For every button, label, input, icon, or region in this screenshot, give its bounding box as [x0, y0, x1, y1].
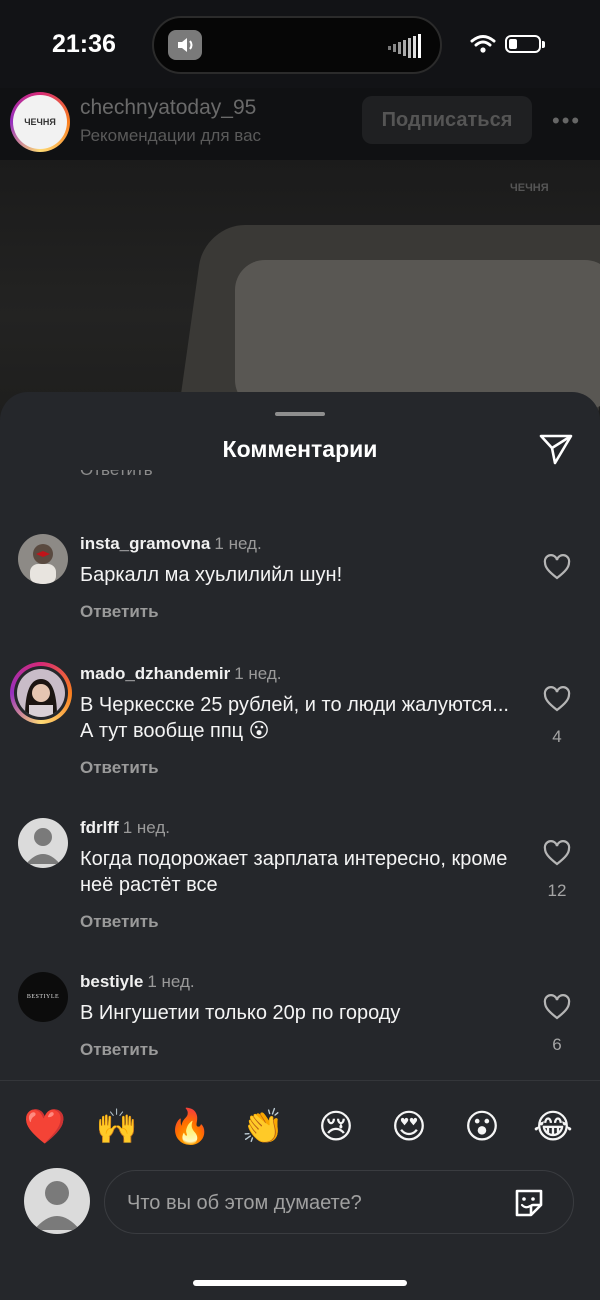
comment-text: Когда подорожает зарплата интересно, кро… — [80, 848, 508, 896]
wifi-icon — [470, 34, 496, 59]
sheet-title: Комментарии — [222, 436, 378, 462]
sheet-grabber[interactable] — [275, 412, 325, 416]
post-media[interactable]: ЧЕЧНЯ — [0, 160, 600, 420]
reaction-fire[interactable]: 🔥 — [165, 1102, 215, 1152]
reply-link[interactable]: Ответить — [80, 602, 510, 622]
comment-time: 1 нед. — [147, 972, 195, 991]
reply-link[interactable]: Ответить — [80, 470, 153, 482]
reaction-clap[interactable]: 👏 — [238, 1102, 288, 1152]
comments-sheet: Комментарии Ответить insta_gramovna1 нед… — [0, 392, 600, 1300]
comment-time: 1 нед. — [214, 534, 262, 553]
commenter-username[interactable]: bestiyle — [80, 972, 143, 991]
post-header: ЧЕЧНЯ chechnyatoday_95 Рекомендации для … — [0, 88, 600, 160]
commenter-avatar[interactable]: BESTIYLE — [18, 972, 68, 1022]
reply-link[interactable]: Ответить — [80, 758, 510, 778]
like-count: 6 — [552, 1035, 562, 1054]
reaction-heart-eyes[interactable]: 😍 — [384, 1102, 434, 1152]
media-watermark: ЧЕЧНЯ — [510, 182, 549, 194]
sticker-icon[interactable] — [511, 1185, 547, 1226]
dynamic-island — [152, 16, 442, 74]
commenter-avatar[interactable] — [18, 534, 68, 584]
like-button[interactable]: 12 — [540, 840, 574, 901]
follow-button[interactable]: Подписаться — [362, 96, 532, 144]
comment-text: Баркалл ма хуьлилийл шун! — [80, 564, 343, 586]
avatar-logo-text: BESTIYLE — [26, 994, 60, 1000]
comment-header: bestiyle 1 нед. — [80, 972, 510, 992]
heart-icon — [543, 994, 571, 1020]
comment-header: mado_dzhandemir 1 нед. — [80, 664, 510, 684]
heart-icon — [543, 554, 571, 580]
commenter-username[interactable]: fdrlff — [80, 818, 119, 837]
speaker-icon — [168, 30, 202, 60]
status-bar: 21:36 — [0, 0, 600, 90]
more-options-icon[interactable]: ••• — [552, 108, 581, 134]
like-count: 12 — [547, 881, 567, 900]
comment-input-container — [104, 1170, 574, 1234]
share-send-icon[interactable] — [538, 430, 574, 471]
like-count: 4 — [552, 727, 562, 746]
reply-link[interactable]: Ответить — [80, 1040, 510, 1060]
comment-input[interactable] — [125, 1185, 489, 1221]
like-button[interactable]: 4 — [540, 686, 574, 747]
reaction-heart[interactable]: ❤️ — [20, 1102, 70, 1152]
commenter-avatar[interactable] — [10, 662, 72, 724]
like-button[interactable]: 6 — [540, 994, 574, 1055]
status-time: 21:36 — [52, 30, 116, 58]
heart-icon — [543, 840, 571, 866]
default-avatar-icon — [24, 1168, 90, 1234]
signal-icon — [388, 32, 424, 63]
comment-text: В Ингушетии только 20р по городу — [80, 1002, 401, 1024]
home-indicator[interactable] — [193, 1280, 407, 1286]
recommendation-label: Рекомендации для вас — [80, 126, 262, 145]
account-logo: ЧЕЧНЯ — [24, 117, 56, 127]
reaction-crying[interactable]: 😢 — [311, 1102, 361, 1152]
reaction-surprised[interactable]: 😮 — [457, 1102, 507, 1152]
media-shape — [235, 260, 600, 410]
commenter-username[interactable]: insta_gramovna — [80, 534, 210, 553]
commenter-username[interactable]: mado_dzhandemir — [80, 664, 230, 683]
reaction-laughing[interactable]: 😂 — [528, 1102, 578, 1152]
comment-time: 1 нед. — [234, 664, 282, 683]
comment-text: В Черкесске 25 рублей, и то люди жалуютс… — [80, 694, 509, 742]
account-username[interactable]: chechnyatoday_95 — [80, 96, 256, 120]
heart-icon — [543, 686, 571, 712]
reply-link[interactable]: Ответить — [80, 912, 510, 932]
default-avatar-icon[interactable] — [18, 818, 68, 868]
battery-icon — [505, 35, 545, 53]
quick-reactions-bar: ❤️ 🙌 🔥 👏 😢 😍 😮 😂 — [0, 1102, 600, 1152]
account-avatar[interactable]: ЧЕЧНЯ — [10, 92, 70, 152]
like-button[interactable] — [540, 554, 574, 585]
divider — [0, 1080, 600, 1081]
comment-header: insta_gramovna 1 нед. — [80, 534, 510, 554]
comment-time: 1 нед. — [122, 818, 171, 837]
comment-header: fdrlff 1 нед. — [80, 818, 510, 838]
reaction-raised-hands[interactable]: 🙌 — [92, 1102, 142, 1152]
